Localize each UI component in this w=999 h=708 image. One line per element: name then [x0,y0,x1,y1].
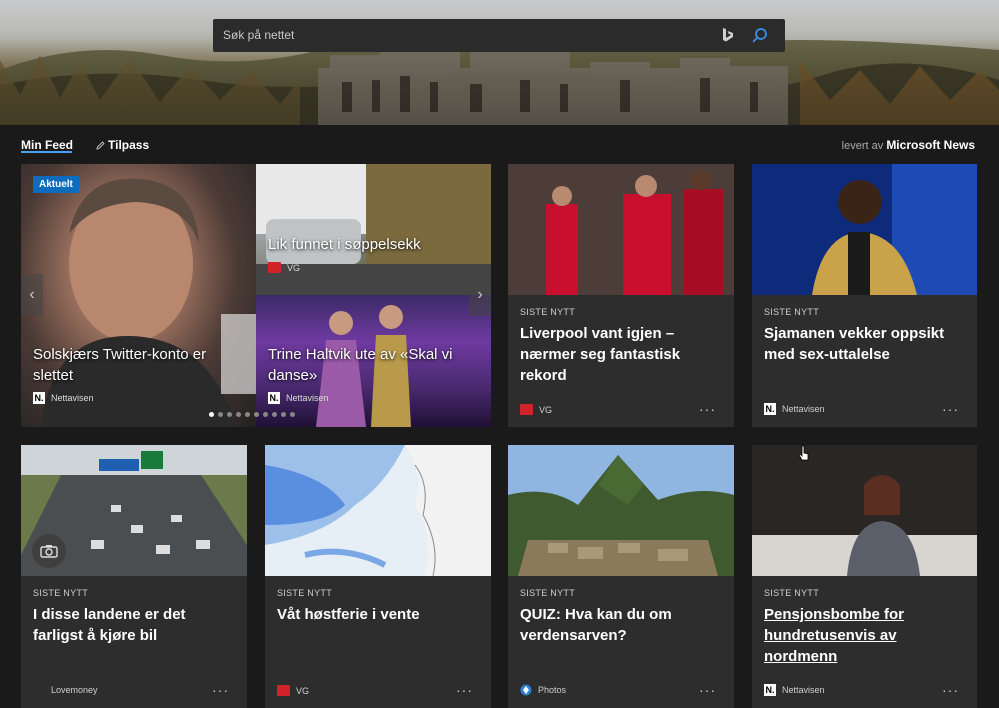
carousel-next-button[interactable]: › [469,274,491,316]
portrait-image [752,445,977,576]
tab-customize[interactable]: Tilpass [96,138,149,152]
powered-by: levert av Microsoft News [842,138,975,152]
carousel-dot[interactable] [245,412,250,417]
vg-logo [520,404,533,415]
source-label: Nettavisen [51,393,94,403]
source-label: Lovemoney [51,685,98,695]
more-options-button[interactable]: ··· [942,682,959,698]
more-options-button[interactable]: ··· [699,682,716,698]
news-card[interactable]: SISTE NYTT I disse landene er det farlig… [21,445,247,708]
carousel-pagination[interactable] [209,412,295,417]
search-bar[interactable]: Søk på nettet [213,19,785,52]
source-label: VG [287,262,301,273]
football-image [508,164,734,295]
more-options-button[interactable]: ··· [942,401,959,417]
tab-my-feed[interactable]: Min Feed [21,138,73,152]
nettavisen-logo: N. [33,392,45,404]
portrait-image [41,178,256,427]
carousel-right-top-headline[interactable]: Lik funnet i søppelsekk [268,234,468,255]
tab-customize-label: Tilpass [108,138,150,152]
street-image [256,164,491,295]
news-card[interactable]: SISTE NYTT Liverpool vant igjen – nærmer… [508,164,734,427]
more-options-button[interactable]: ··· [699,401,716,417]
carousel-left-image[interactable] [21,164,256,427]
card-category: SISTE NYTT [520,307,576,317]
card-source: Photos [520,684,566,696]
card-category: SISTE NYTT [277,588,333,598]
pencil-icon [96,140,105,150]
card-headline[interactable]: QUIZ: Hva kan du om verdensarven? [520,604,725,646]
card-source: N. Nettavisen [764,403,825,415]
trending-badge: Aktuelt [33,176,79,193]
carousel-dot[interactable] [281,412,286,417]
weather-map-image [265,445,491,576]
carousel-dot[interactable] [209,412,214,417]
carousel-dot[interactable] [290,412,295,417]
card-source: VG [277,685,309,696]
powered-by-brand[interactable]: Microsoft News [886,138,975,152]
card-headline[interactable]: Liverpool vant igjen – nærmer seg fantas… [520,323,725,386]
news-card[interactable]: SISTE NYTT Pensjonsbombe for hundretusen… [752,445,977,708]
vg-logo [268,262,281,273]
card-headline[interactable]: I disse landene er det farligst å kjøre … [33,604,238,646]
news-card[interactable]: SISTE NYTT Våt høstferie i vente VG ··· [265,445,491,708]
source-label: Nettavisen [286,393,329,403]
card-category: SISTE NYTT [764,588,820,598]
carousel-dot[interactable] [227,412,232,417]
card-headline[interactable]: Våt høstferie i vente [277,604,482,625]
card-headline[interactable]: Pensjonsbombe for hundretusenvis av nord… [764,604,969,667]
source-label: Nettavisen [782,685,825,695]
nettavisen-logo: N. [268,392,280,404]
carousel-dot[interactable] [236,412,241,417]
carousel-right-bottom-headline[interactable]: Trine Haltvik ute av «Skal vi danse» [268,344,468,386]
carousel-right-top-image[interactable] [256,164,491,295]
bing-icon [723,28,733,42]
card-category: SISTE NYTT [520,588,576,598]
carousel-card[interactable]: Aktuelt Solskjærs Twitter-konto er slett… [21,164,491,427]
card-source: VG [520,404,552,415]
vg-logo [277,685,290,696]
photos-logo [520,684,532,696]
source-label: VG [296,685,310,696]
news-card[interactable]: SISTE NYTT Sjamanen vekker oppsikt med s… [752,164,977,427]
hand-cursor-icon [798,445,809,461]
machu-picchu-image [508,445,734,576]
news-card[interactable]: SISTE NYTT QUIZ: Hva kan du om verdensar… [508,445,734,708]
carousel-dot[interactable] [218,412,223,417]
carousel-dot[interactable] [263,412,268,417]
nettavisen-logo: N. [764,684,776,696]
chevron-left-icon: ‹ [29,286,35,303]
source-label: VG [539,404,553,415]
chevron-right-icon: › [477,286,483,303]
lovemoney-logo [33,684,45,696]
card-category: SISTE NYTT [764,307,820,317]
search-input[interactable]: Søk på nettet [223,28,294,42]
source-label: Nettavisen [782,404,825,414]
carousel-dot[interactable] [254,412,259,417]
carousel-right-top-source: VG [268,262,300,273]
carousel-left-headline[interactable]: Solskjærs Twitter-konto er slettet [33,344,233,386]
powered-by-prefix: levert av [841,140,884,152]
more-options-button[interactable]: ··· [212,682,229,698]
card-source: Lovemoney [33,684,98,696]
card-category: SISTE NYTT [33,588,89,598]
portrait-image [752,164,977,295]
nettavisen-logo: N. [764,403,776,415]
more-options-button[interactable]: ··· [456,682,473,698]
gallery-camera-icon [32,534,66,568]
carousel-right-bottom-source: N. Nettavisen [268,392,329,404]
search-icon[interactable] [750,26,770,46]
card-source: N. Nettavisen [764,684,825,696]
source-label: Photos [538,685,567,695]
active-tab-indicator [21,151,72,153]
feed-header: Min Feed Tilpass levert av Microsoft New… [0,125,999,163]
carousel-prev-button[interactable]: ‹ [21,274,43,316]
card-headline[interactable]: Sjamanen vekker oppsikt med sex-uttalels… [764,323,969,365]
carousel-left-source: N. Nettavisen [33,392,94,404]
carousel-dot[interactable] [272,412,277,417]
